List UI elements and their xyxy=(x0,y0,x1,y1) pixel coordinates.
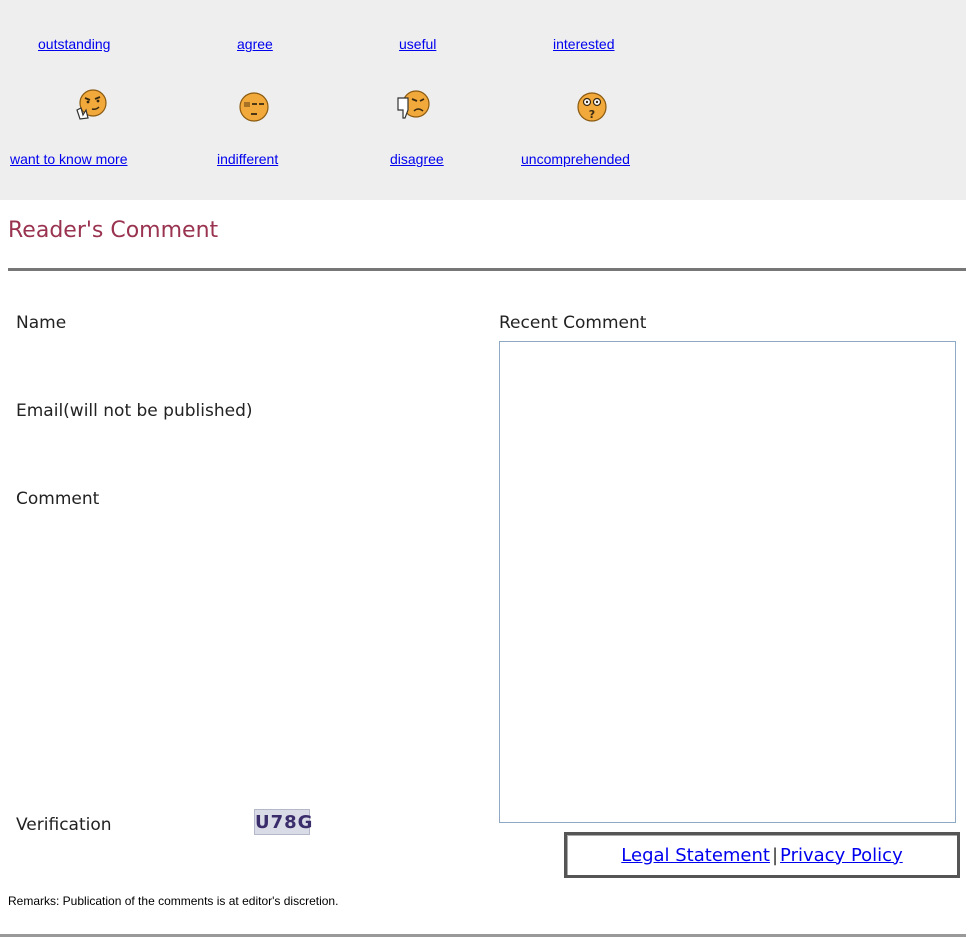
confused-face-icon[interactable]: ? xyxy=(575,90,609,124)
recent-comment-label: Recent Comment xyxy=(499,313,647,333)
reaction-link-indifferent[interactable]: indifferent xyxy=(217,151,278,167)
reaction-link-uncomprehended[interactable]: uncomprehended xyxy=(521,151,630,167)
captcha-image: U78G xyxy=(254,809,312,835)
section-title: Reader's Comment xyxy=(8,218,219,243)
email-label: Email(will not be published) xyxy=(16,401,253,421)
verification-label: Verification xyxy=(16,815,112,835)
reaction-link-interested[interactable]: interested xyxy=(553,36,614,52)
name-label: Name xyxy=(16,313,67,333)
svg-text:?: ? xyxy=(589,108,595,121)
legal-links-box: Legal Statement | Privacy Policy xyxy=(564,832,960,878)
comment-label: Comment xyxy=(16,489,100,509)
reaction-panel: outstanding agree useful interested ? wa… xyxy=(0,0,966,200)
link-separator: | xyxy=(771,844,779,866)
thumbs-down-face-icon[interactable] xyxy=(396,88,430,122)
title-divider xyxy=(8,268,966,271)
privacy-policy-link[interactable]: Privacy Policy xyxy=(780,845,903,866)
reaction-link-agree[interactable]: agree xyxy=(237,36,273,52)
reaction-link-useful[interactable]: useful xyxy=(399,36,436,52)
reaction-link-want-to-know-more[interactable]: want to know more xyxy=(10,151,128,167)
legal-statement-link[interactable]: Legal Statement xyxy=(621,845,770,866)
remarks-text: Remarks: Publication of the comments is … xyxy=(8,894,339,908)
smirk-face-icon[interactable] xyxy=(74,88,108,122)
reaction-link-outstanding[interactable]: outstanding xyxy=(38,36,110,52)
neutral-face-icon[interactable] xyxy=(237,90,271,124)
bottom-divider xyxy=(0,934,966,937)
recent-comment-box[interactable] xyxy=(499,341,956,823)
reaction-link-disagree[interactable]: disagree xyxy=(390,151,444,167)
